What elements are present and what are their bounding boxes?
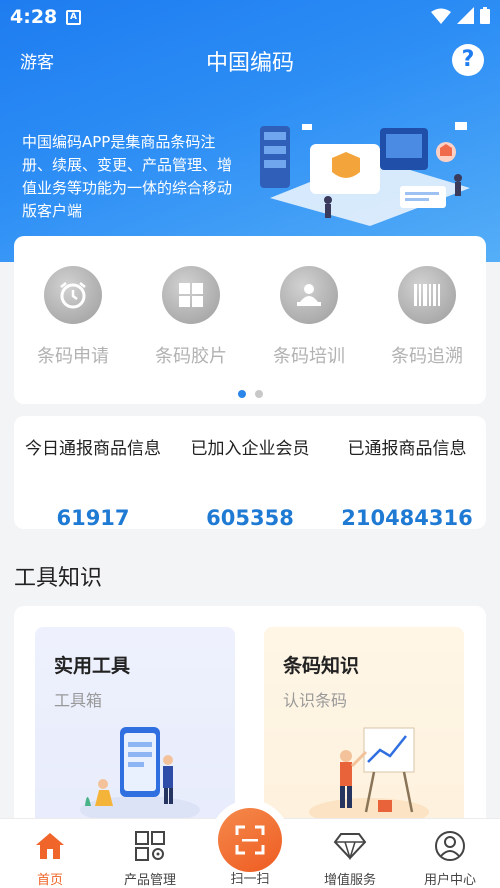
nav-label: 首页 [36,873,63,888]
scan-icon-container [218,808,282,872]
stat-total-reported[interactable]: 已通报商品信息 [328,436,486,488]
stat-value: 605358 [206,506,294,530]
menu-label: 条码申请 [37,346,109,367]
stat-value: 61917 [56,506,130,530]
status-time: 4:28 [10,6,58,28]
banner-illustration [260,122,470,226]
status-bar: 4:28 A [0,0,500,34]
menu-label: 条码胶片 [155,346,227,367]
stat-label: 已通报商品信息 [347,439,467,459]
diamond-icon [333,829,367,863]
nav-label: 增值服务 [323,873,376,888]
grid-tiles-icon [179,283,203,307]
menu-label: 条码追溯 [391,346,463,367]
help-button[interactable]: ? [452,44,484,76]
tool-subtitle: 认识条码 [283,691,348,710]
menu-item-barcode-trace[interactable]: 条码追溯 [368,266,486,368]
tool-title: 实用工具 [54,655,131,677]
menu-icon-circle [398,266,456,324]
page-title: 中国编码 [205,51,294,76]
page-dot[interactable] [254,390,263,398]
nav-label: 用户中心 [423,873,476,888]
banner-description: 中国编码APP是集商品条码注册、续展、变更、产品管理、增值业务等功能为一体的综合… [22,133,233,220]
stats-card: 今日通报商品信息 61917 已加入企业会员 605358 已通报商品信息 21… [14,416,486,530]
nav-tab-product-management[interactable]: 产品管理 [100,829,200,888]
trainer-icon [297,284,321,306]
menu-item-barcode-training[interactable]: 条码培训 [250,266,368,368]
wifi-icon [431,8,451,24]
tool-title: 条码知识 [283,655,360,677]
alarm-clock-icon [60,282,86,309]
app-notification-icon: A [66,10,81,25]
presenter-illustration [309,727,429,826]
menu-icon-circle [44,266,102,324]
stat-label: 已加入企业会员 [190,439,310,459]
scan-label: 扫一扫 [230,872,270,887]
nav-tab-home[interactable]: 首页 [0,829,100,888]
nav-tab-value-added[interactable]: 增值服务 [300,829,400,888]
page-indicator [14,390,486,398]
stat-today-reported[interactable]: 今日通报商品信息 [14,436,172,488]
scan-icon [235,825,265,855]
user-circle-icon [433,829,467,863]
phone-illustration [80,727,200,824]
nav-label: 产品管理 [123,873,176,888]
section-title: 工具知识 [14,566,103,591]
question-icon: ? [461,47,475,72]
page-dot-active[interactable] [237,390,246,398]
tool-subtitle: 工具箱 [54,691,103,710]
menu-icon-circle [280,266,338,324]
barcode-icon [414,284,440,306]
menu-label: 条码培训 [273,346,345,367]
menu-icon-circle [162,266,220,324]
status-icons [431,7,490,24]
nav-tab-user-center[interactable]: 用户中心 [400,829,500,888]
quick-menu-card: 条码申请 条码胶片 条码培训 条码追溯 [14,236,486,404]
home-icon [33,829,67,863]
grid-gear-icon [133,829,167,863]
stat-label: 今日通报商品信息 [25,439,161,459]
stat-value: 210484316 [341,506,473,530]
signal-icon [457,7,474,24]
menu-item-barcode-film[interactable]: 条码胶片 [132,266,250,368]
battery-icon [480,7,490,24]
stat-members[interactable]: 已加入企业会员 [171,436,329,488]
menu-item-barcode-apply[interactable]: 条码申请 [14,266,132,368]
